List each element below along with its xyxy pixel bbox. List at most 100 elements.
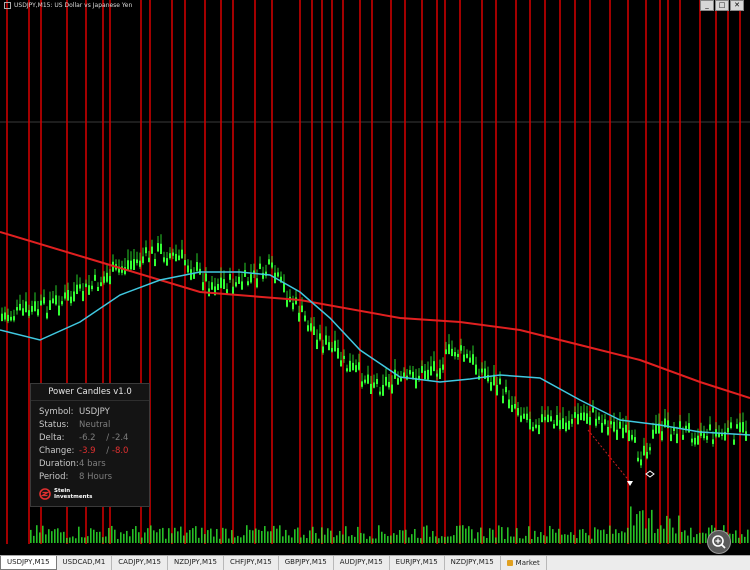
- panel-row-status: Status: Neutral: [39, 420, 110, 431]
- panel-value: -3.9: [79, 446, 96, 456]
- candle-body: [481, 368, 483, 373]
- candle-body: [532, 426, 534, 432]
- stein-investments-logo: Stein Investments: [39, 488, 92, 500]
- tab-cadjpy-m15[interactable]: CADJPY,M15: [112, 556, 168, 570]
- candle-body: [151, 246, 153, 254]
- candle-body: [22, 308, 24, 316]
- volume-bar: [291, 537, 293, 543]
- volume-bar: [273, 525, 275, 543]
- volume-bar: [99, 531, 101, 543]
- volume-bar: [732, 533, 734, 543]
- ma-slow-line: [0, 231, 750, 399]
- candle-body: [472, 354, 474, 365]
- volume-bar: [516, 528, 518, 543]
- tab-gbpjpy-m15[interactable]: GBPJPY,M15: [279, 556, 334, 570]
- candle-body: [37, 309, 39, 316]
- panel-label: Period:: [39, 472, 69, 482]
- volume-bar: [618, 533, 620, 543]
- candle-body: [598, 416, 600, 421]
- volume-bar: [489, 528, 491, 543]
- maximize-button[interactable]: □: [715, 0, 729, 11]
- tab-chfjpy-m15[interactable]: CHFJPY,M15: [224, 556, 279, 570]
- candle-body: [388, 381, 390, 388]
- volume-bar: [564, 534, 566, 543]
- close-button[interactable]: ✕: [730, 0, 744, 11]
- candle-body: [184, 260, 186, 266]
- volume-bar: [30, 529, 32, 543]
- candle-body: [283, 282, 285, 293]
- candle-body: [142, 256, 144, 263]
- volume-bar: [225, 528, 227, 543]
- tab-usdjpy-m15[interactable]: USDJPY,M15: [0, 556, 57, 570]
- tab-nzdjpy-m15[interactable]: NZDJPY,M15: [168, 556, 224, 570]
- candle-body: [523, 413, 525, 419]
- volume-bar: [561, 534, 563, 543]
- panel-row-duration: Duration:4 bars: [39, 459, 106, 470]
- volume-bar: [375, 538, 377, 543]
- panel-label: Duration:: [39, 459, 79, 469]
- candle-body: [163, 257, 165, 262]
- candle-body: [367, 374, 369, 384]
- volume-bar: [699, 532, 701, 543]
- candle-body: [508, 399, 510, 409]
- candle-body: [562, 418, 564, 430]
- candle-body: [646, 451, 648, 459]
- candle-body: [421, 366, 423, 373]
- candle-body: [202, 282, 204, 291]
- volume-bar: [501, 527, 503, 543]
- candle-body: [232, 286, 234, 295]
- tab-audjpy-m15[interactable]: AUDJPY,M15: [334, 556, 390, 570]
- panel-label: Status:: [39, 420, 69, 430]
- minimize-button[interactable]: _: [700, 0, 714, 11]
- candle-body: [49, 300, 51, 311]
- candle-body: [553, 424, 555, 429]
- candle-body: [247, 281, 249, 286]
- volume-bar: [72, 536, 74, 543]
- candle-body: [220, 277, 222, 288]
- volume-bar: [252, 530, 254, 543]
- candle-body: [706, 435, 708, 440]
- candle-body: [505, 386, 507, 393]
- volume-bar: [120, 532, 122, 543]
- candle-body: [46, 312, 48, 319]
- candle-body: [661, 431, 663, 441]
- candle-body: [571, 418, 573, 424]
- volume-bar: [114, 529, 116, 543]
- candle-body: [313, 326, 315, 336]
- panel-value: USDJPY: [79, 407, 110, 417]
- candle-body: [271, 262, 273, 268]
- volume-bar: [165, 538, 167, 543]
- candle-body: [298, 312, 300, 322]
- volume-bar: [162, 527, 164, 543]
- candle-body: [733, 439, 735, 445]
- volume-bar: [498, 525, 500, 543]
- candle-body: [436, 373, 438, 377]
- power-candles-panel[interactable]: Power Candles v1.0 Symbol: USDJPY Status:…: [30, 383, 150, 507]
- volume-bar: [321, 527, 323, 543]
- candle-body: [616, 429, 618, 440]
- volume-bar: [171, 533, 173, 543]
- candle-body: [676, 433, 678, 444]
- volume-bar: [81, 537, 83, 543]
- tab-usdcad-m1[interactable]: USDCAD,M1: [57, 556, 113, 570]
- candle-body: [643, 445, 645, 456]
- volume-bar: [462, 525, 464, 543]
- zoom-in-button[interactable]: [707, 530, 731, 554]
- volume-bar: [36, 525, 38, 543]
- volume-bar: [117, 538, 119, 543]
- candle-body: [730, 422, 732, 429]
- tab-nzdjpy-m15-2[interactable]: NZDJPY,M15: [445, 556, 501, 570]
- candle-body: [520, 415, 522, 422]
- tab-market[interactable]: Market: [501, 556, 547, 570]
- candle-body: [709, 424, 711, 431]
- tab-eurjpy-m15[interactable]: EURJPY,M15: [390, 556, 445, 570]
- candle-body: [157, 243, 159, 252]
- candle-body: [712, 439, 714, 444]
- volume-bar: [663, 528, 665, 543]
- candle-body: [211, 282, 213, 290]
- volume-bar: [93, 529, 95, 543]
- volume-bar: [549, 525, 551, 543]
- candle-body: [40, 300, 42, 306]
- volume-bar: [306, 538, 308, 543]
- candle-body: [742, 422, 744, 433]
